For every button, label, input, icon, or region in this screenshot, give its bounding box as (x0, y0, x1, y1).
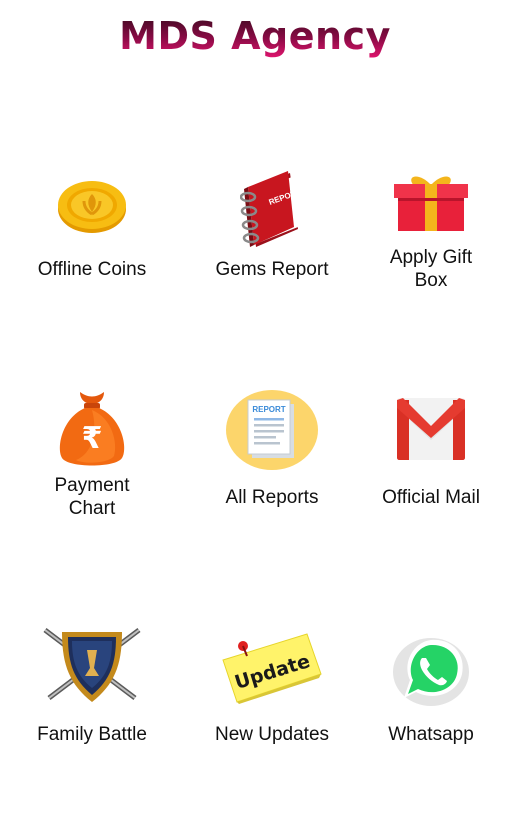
tile-family-battle[interactable]: Family Battle (7, 624, 177, 824)
update-note-icon: Update (219, 630, 325, 711)
tile-label: Offline Coins (37, 259, 147, 280)
icon-text: ₹ (82, 421, 103, 456)
tile-label: Whatsapp (388, 724, 474, 745)
report-document-icon: REPORT (224, 388, 320, 477)
gold-coin-icon (56, 179, 128, 240)
app-title: MDS Agency (0, 14, 510, 58)
gmail-icon (395, 394, 467, 469)
tile-label: Payment Chart (54, 475, 130, 519)
tile-label: Gems Report (215, 259, 329, 280)
tile-label: All Reports (225, 487, 319, 508)
tile-official-mail[interactable]: Official Mail (346, 388, 510, 588)
tile-new-updates[interactable]: Update New Updates (187, 624, 357, 824)
whatsapp-icon (390, 632, 472, 713)
tile-label: Apply Gift Box (389, 247, 473, 291)
tile-label: Official Mail (382, 487, 480, 508)
tile-all-reports[interactable]: REPORT All Reports (187, 388, 357, 588)
tile-offline-coins[interactable]: Offline Coins (7, 165, 177, 365)
gift-box-icon (390, 171, 472, 238)
tile-label: New Updates (214, 724, 330, 745)
tile-whatsapp[interactable]: Whatsapp (346, 624, 510, 824)
report-book-icon: REPORT (239, 169, 304, 254)
rupee-money-bag-icon: ₹ (52, 388, 132, 473)
tile-gems-report[interactable]: REPORT Gems Report (187, 165, 357, 365)
icon-text: REPORT (252, 405, 285, 414)
tile-apply-gift-box[interactable]: Apply Gift Box (346, 165, 510, 365)
tile-payment-chart[interactable]: ₹ Payment Chart (7, 388, 177, 588)
shield-swords-icon (39, 624, 145, 709)
tile-label: Family Battle (37, 724, 147, 745)
